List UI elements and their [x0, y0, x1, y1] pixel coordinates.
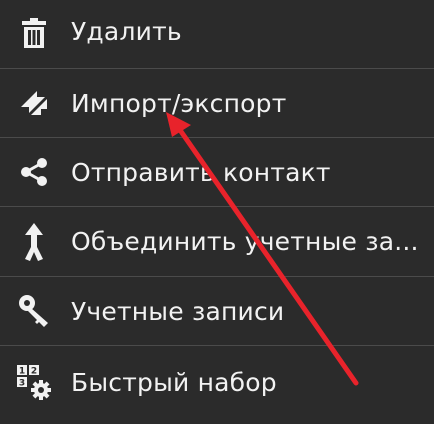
context-menu: Удалить Импорт/экспорт Отправить контакт — [0, 0, 434, 424]
menu-item-label: Объединить учетные за... — [71, 227, 419, 256]
share-icon — [14, 152, 54, 192]
menu-item-import-export[interactable]: Импорт/экспорт — [0, 69, 434, 138]
import-export-icon — [14, 83, 54, 123]
menu-item-label: Удалить — [71, 17, 182, 46]
menu-item-label: Отправить контакт — [71, 158, 331, 187]
key-icon — [14, 291, 54, 331]
menu-item-label: Быстрый набор — [71, 368, 277, 397]
menu-item-label: Учетные записи — [71, 297, 285, 326]
menu-item-delete[interactable]: Удалить — [0, 0, 434, 69]
menu-item-accounts[interactable]: Учетные записи — [0, 277, 434, 346]
speed-dial-icon: 1 2 3 — [14, 362, 54, 402]
trash-icon — [14, 14, 54, 54]
svg-text:3: 3 — [19, 379, 25, 389]
menu-item-send-contact[interactable]: Отправить контакт — [0, 138, 434, 207]
menu-item-merge-accounts[interactable]: Объединить учетные за... — [0, 207, 434, 277]
svg-text:1: 1 — [19, 367, 25, 377]
menu-item-label: Импорт/экспорт — [71, 89, 287, 118]
merge-icon — [14, 221, 54, 261]
menu-item-speed-dial[interactable]: 1 2 3 Быстрый набор — [0, 346, 434, 424]
svg-text:2: 2 — [31, 367, 37, 377]
